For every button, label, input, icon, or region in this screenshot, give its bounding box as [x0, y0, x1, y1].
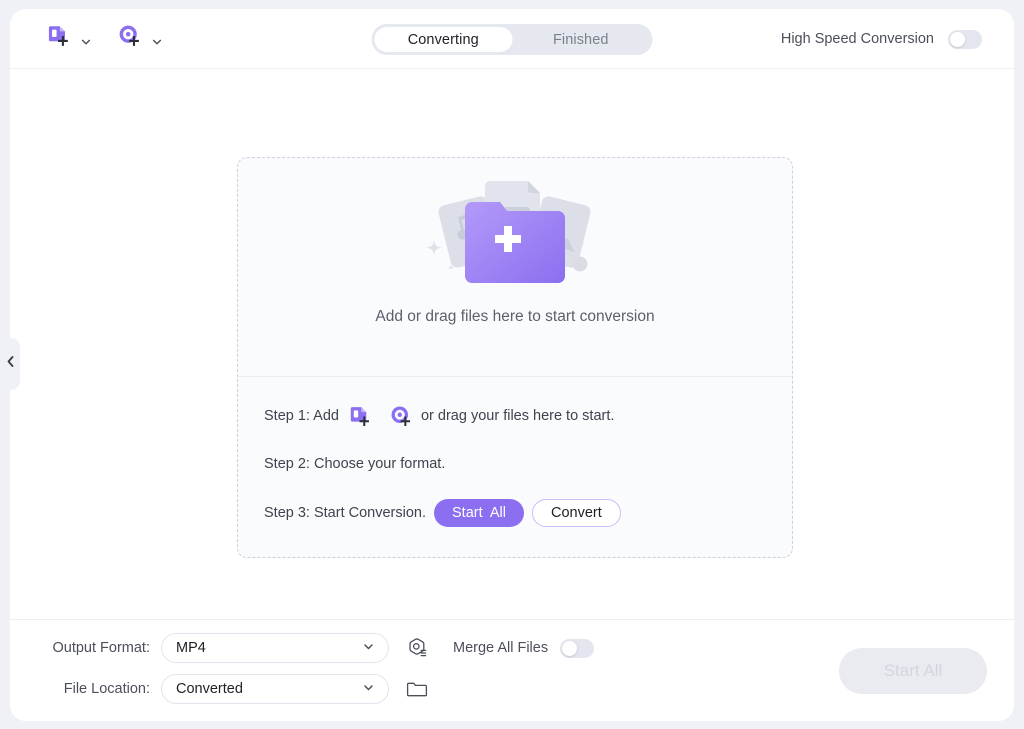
chevron-down-icon [363, 681, 374, 697]
app-window: Converting Finished High Speed Conversio… [10, 9, 1014, 721]
add-file-button[interactable] [46, 23, 91, 54]
app-header: Converting Finished High Speed Conversio… [10, 9, 1014, 69]
tab-switcher: Converting Finished [371, 24, 653, 55]
high-speed-conversion-label: High Speed Conversion [780, 31, 934, 47]
step-1-row: Step 1: Add or drag your files here to s… [264, 403, 792, 429]
settings-hex-icon[interactable] [405, 636, 429, 660]
start-all-pill-button[interactable]: Start All [434, 499, 524, 527]
step-1-prefix: Step 1: Add [264, 408, 339, 424]
toggle-knob [562, 640, 578, 656]
step-2-row: Step 2: Choose your format. [264, 451, 792, 477]
add-disc-button[interactable] [117, 23, 162, 54]
file-location-label: File Location: [63, 681, 150, 697]
dropzone-upper: Add or drag files here to start conversi… [238, 158, 792, 377]
add-file-icon[interactable] [348, 404, 373, 429]
chevron-down-icon [152, 34, 162, 44]
dropzone-steps: Step 1: Add or drag your files here to s… [238, 377, 792, 527]
file-location-row: File Location: Converted [42, 674, 429, 704]
folder-icon[interactable] [405, 677, 429, 701]
convert-pill-button[interactable]: Convert [532, 499, 621, 527]
high-speed-conversion-control: High Speed Conversion [781, 9, 982, 69]
step-3-text: Step 3: Start Conversion. [264, 505, 426, 521]
add-disc-icon [117, 23, 143, 54]
high-speed-conversion-toggle[interactable] [948, 29, 982, 49]
footer-fields: Output Format: MP4 File Location: Conver… [42, 633, 429, 715]
tab-converting[interactable]: Converting [374, 27, 512, 52]
toggle-knob [950, 31, 965, 47]
step-2-text: Step 2: Choose your format. [264, 456, 446, 472]
add-disc-icon[interactable] [389, 404, 414, 429]
merge-all-files-toggle[interactable] [560, 638, 595, 658]
tab-finished[interactable]: Finished [512, 27, 650, 52]
file-location-value: Converted [176, 681, 243, 697]
chevron-down-icon [363, 640, 374, 656]
output-format-label: Output Format: [52, 640, 150, 656]
output-format-select[interactable]: MP4 [161, 633, 389, 663]
file-dropzone[interactable]: Add or drag files here to start conversi… [237, 157, 793, 558]
dropzone-illustration [410, 169, 620, 294]
app-footer: Output Format: MP4 File Location: Conver… [10, 619, 1014, 721]
header-left-actions [10, 23, 162, 54]
start-all-button[interactable]: Start All [839, 648, 987, 694]
chevron-left-icon [6, 355, 15, 373]
add-file-icon [46, 23, 72, 54]
merge-all-files-label: Merge All Files [453, 640, 549, 656]
file-location-select[interactable]: Converted [161, 674, 389, 704]
step-3-row: Step 3: Start Conversion. Start All Conv… [264, 499, 792, 527]
dropzone-caption: Add or drag files here to start conversi… [375, 308, 655, 325]
folder-plus-icon [465, 202, 565, 283]
output-format-value: MP4 [176, 640, 206, 656]
chevron-down-icon [81, 34, 91, 44]
sidebar-collapse-handle[interactable] [0, 338, 20, 390]
output-format-row: Output Format: MP4 [42, 633, 429, 663]
main-content: Add or drag files here to start conversi… [10, 69, 1014, 619]
step-1-suffix: or drag your files here to start. [420, 408, 615, 424]
merge-all-files-control: Merge All Files [453, 633, 595, 663]
